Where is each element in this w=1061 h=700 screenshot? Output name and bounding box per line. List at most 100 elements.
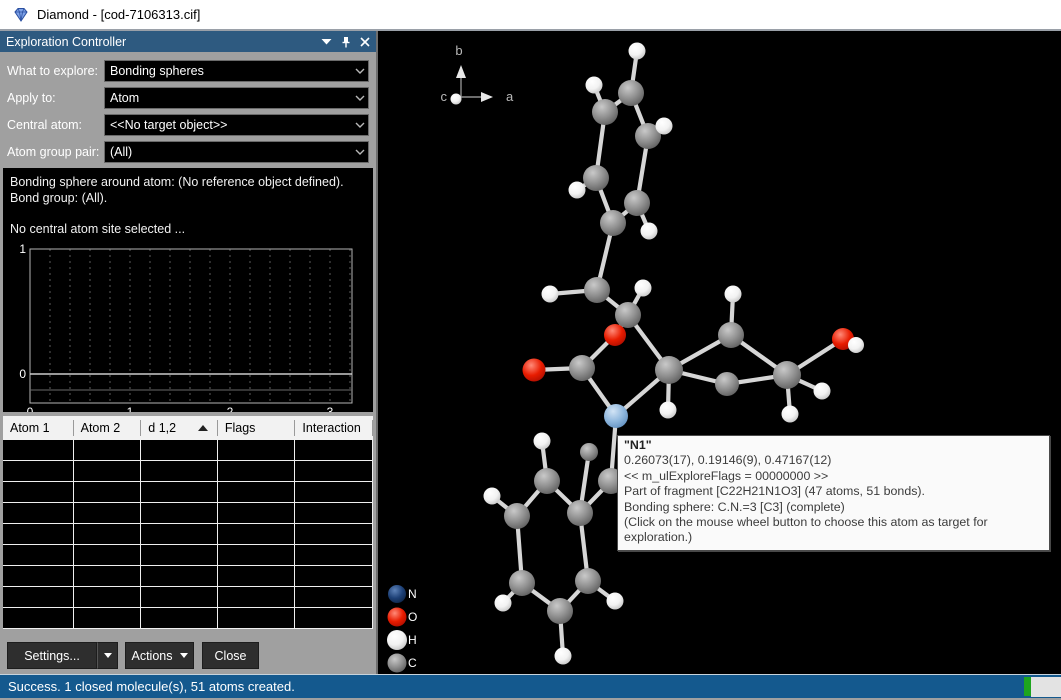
- atom-H[interactable]: [725, 286, 742, 303]
- table-row[interactable]: [3, 545, 373, 566]
- atom-C[interactable]: [534, 468, 560, 494]
- atom-C[interactable]: [773, 361, 801, 389]
- table-cell: [141, 545, 218, 565]
- atom-C[interactable]: [618, 80, 644, 106]
- atom-H[interactable]: [635, 280, 652, 297]
- table-cell: [218, 587, 296, 607]
- settings-button[interactable]: Settings...: [7, 642, 97, 669]
- panel-title: Exploration Controller: [6, 35, 321, 49]
- atom-C[interactable]: [624, 190, 650, 216]
- legend-sphere-O: [388, 608, 407, 627]
- atom-C[interactable]: [655, 356, 683, 384]
- atom-group-pair-select[interactable]: (All): [104, 141, 369, 163]
- atom-H[interactable]: [641, 223, 658, 240]
- bonds-table-header: Atom 1Atom 2d 1,2FlagsInteraction: [3, 416, 373, 440]
- atom-H[interactable]: [782, 406, 799, 423]
- atom-H[interactable]: [607, 593, 624, 610]
- atom-C[interactable]: [547, 598, 573, 624]
- svg-text:1: 1: [19, 242, 26, 256]
- atom-C[interactable]: [575, 568, 601, 594]
- chevron-down-icon: [180, 653, 188, 658]
- atom-C[interactable]: [504, 503, 530, 529]
- table-row[interactable]: [3, 524, 373, 545]
- table-row[interactable]: [3, 503, 373, 524]
- table-cell: [3, 587, 74, 607]
- panel-menu-chevron-icon[interactable]: [321, 38, 332, 45]
- table-cell: [3, 545, 74, 565]
- atom-H[interactable]: [484, 488, 501, 505]
- atom-H[interactable]: [660, 402, 677, 419]
- atom-H[interactable]: [814, 383, 831, 400]
- atom-H[interactable]: [656, 118, 673, 135]
- atom-C[interactable]: [580, 443, 598, 461]
- svg-text:2: 2: [227, 405, 234, 412]
- svg-text:0: 0: [19, 367, 26, 381]
- table-row[interactable]: [3, 587, 373, 608]
- structure-viewer[interactable]: bacNOHC "N1" 0.26073(17), 0.19146(9), 0.…: [378, 31, 1061, 674]
- table-row[interactable]: [3, 482, 373, 503]
- actions-button[interactable]: Actions: [125, 642, 194, 669]
- table-cell: [295, 587, 373, 607]
- atom-H[interactable]: [542, 286, 559, 303]
- atom-N[interactable]: [604, 404, 628, 428]
- pin-icon[interactable]: [341, 36, 351, 48]
- atom-H[interactable]: [495, 595, 512, 612]
- chevron-down-icon: [352, 95, 368, 101]
- atom-H[interactable]: [629, 43, 646, 60]
- table-cell: [218, 503, 296, 523]
- table-row[interactable]: [3, 440, 373, 461]
- what-to-explore-select[interactable]: Bonding spheres: [104, 60, 369, 82]
- atom-C[interactable]: [615, 302, 641, 328]
- table-cell: [74, 482, 142, 502]
- table-row[interactable]: [3, 566, 373, 587]
- tooltip-coordinates: 0.26073(17), 0.19146(9), 0.47167(12): [624, 453, 1043, 468]
- atom-C[interactable]: [592, 99, 618, 125]
- table-row[interactable]: [3, 608, 373, 629]
- atom-C[interactable]: [569, 355, 595, 381]
- atom-H[interactable]: [555, 648, 572, 665]
- atom-C[interactable]: [509, 570, 535, 596]
- atom-C[interactable]: [715, 372, 739, 396]
- close-icon[interactable]: [360, 37, 370, 47]
- bonding-info-chart-block: Bonding sphere around atom: (No referenc…: [3, 168, 373, 412]
- atom-H[interactable]: [534, 433, 551, 450]
- column-header-d-1-2[interactable]: d 1,2: [141, 420, 218, 436]
- column-header-atom-1[interactable]: Atom 1: [3, 420, 74, 436]
- table-row[interactable]: [3, 461, 373, 482]
- apply-to-value: Atom: [110, 91, 352, 105]
- table-cell: [74, 503, 142, 523]
- atom-C[interactable]: [583, 165, 609, 191]
- table-cell: [295, 482, 373, 502]
- atom-H[interactable]: [586, 77, 603, 94]
- column-header-flags[interactable]: Flags: [218, 420, 296, 436]
- atom-O[interactable]: [523, 359, 546, 382]
- title-bar: Diamond - [cod-7106313.cif]: [0, 0, 1061, 31]
- legend-label-C: C: [408, 656, 417, 670]
- status-message: Success. 1 closed molecule(s), 51 atoms …: [0, 679, 295, 694]
- column-header-interaction[interactable]: Interaction: [295, 420, 373, 436]
- exploration-controller-panel: Exploration Controller What to explore: …: [0, 31, 378, 674]
- table-cell: [218, 545, 296, 565]
- molecule-render[interactable]: bacNOHC: [378, 31, 1061, 674]
- atom-O[interactable]: [604, 324, 626, 346]
- close-button[interactable]: Close: [202, 642, 259, 669]
- atom-C[interactable]: [584, 277, 610, 303]
- atom-C[interactable]: [567, 500, 593, 526]
- atom-group-pair-label: Atom group pair:: [7, 145, 104, 159]
- settings-dropdown-button[interactable]: [97, 642, 118, 669]
- table-cell: [3, 482, 74, 502]
- atom-H[interactable]: [569, 182, 586, 199]
- central-atom-select[interactable]: <<No target object>>: [104, 114, 369, 136]
- field-apply-to: Apply to: Atom: [7, 87, 369, 109]
- actions-button-label: Actions: [132, 649, 173, 663]
- table-cell: [218, 566, 296, 586]
- table-cell: [74, 461, 142, 481]
- atom-C[interactable]: [600, 210, 626, 236]
- apply-to-select[interactable]: Atom: [104, 87, 369, 109]
- table-cell: [141, 503, 218, 523]
- panel-header: Exploration Controller: [0, 31, 376, 52]
- atom-C[interactable]: [718, 322, 744, 348]
- column-header-atom-2[interactable]: Atom 2: [74, 420, 142, 436]
- atom-H[interactable]: [848, 337, 864, 353]
- distance-histogram-chart[interactable]: 012310: [3, 238, 375, 412]
